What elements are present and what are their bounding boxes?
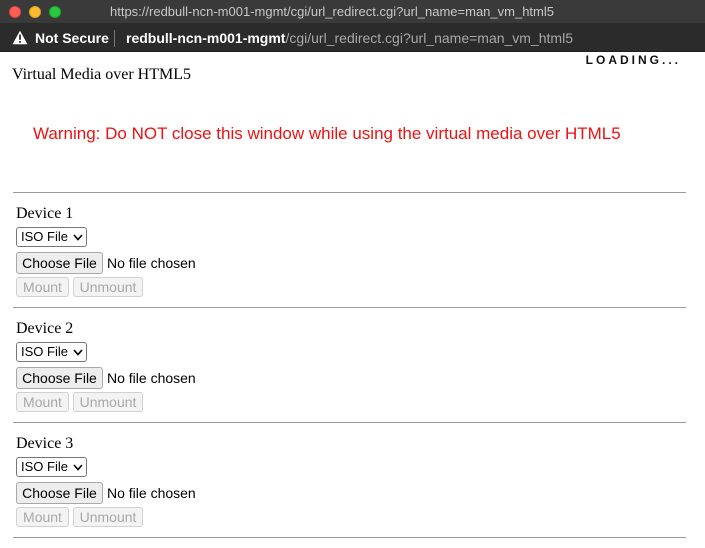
divider [13,307,686,308]
device-type-select[interactable]: ISO File [16,342,87,362]
unmount-button[interactable]: Unmount [73,392,143,412]
device-1-panel: Device 1 ISO File Choose File No file ch… [16,205,416,315]
address-bar[interactable]: Not Secure redbull-ncn-m001-mgmt/cgi/url… [0,24,705,52]
chevron-down-icon [73,234,83,241]
device-type-select[interactable]: ISO File [16,457,87,477]
file-status: No file chosen [107,485,196,501]
file-status: No file chosen [107,370,196,386]
device-label: Device 2 [16,320,74,337]
loading-indicator: LOADING... [585,53,681,67]
choose-file-button[interactable]: Choose File [16,367,103,389]
device-label: Device 3 [16,435,74,452]
page-content: LOADING... Virtual Media over HTML5 Warn… [0,52,705,548]
chevron-down-icon [73,464,83,471]
mount-button[interactable]: Mount [16,507,69,527]
chevron-down-icon [73,349,83,356]
select-value: ISO File [21,344,68,359]
divider [13,537,686,538]
divider [13,192,686,193]
unmount-button[interactable]: Unmount [73,277,143,297]
warning-message: Warning: Do NOT close this window while … [33,124,621,143]
device-3-panel: Device 3 ISO File Choose File No file ch… [16,435,416,545]
device-label: Device 1 [16,205,74,222]
page-title: Virtual Media over HTML5 [12,66,191,83]
address-divider [114,30,115,47]
url-host: redbull-ncn-m001-mgmt [126,30,286,46]
security-indicator[interactable]: Not Secure [35,30,109,46]
warning-triangle-icon [12,30,28,45]
window-title: https://redbull-ncn-m001-mgmt/cgi/url_re… [110,4,554,19]
minimize-window-button[interactable] [29,6,41,18]
window-titlebar: https://redbull-ncn-m001-mgmt/cgi/url_re… [0,0,705,24]
select-value: ISO File [21,459,68,474]
file-status: No file chosen [107,255,196,271]
select-value: ISO File [21,229,68,244]
device-type-select[interactable]: ISO File [16,227,87,247]
url-field[interactable]: redbull-ncn-m001-mgmt/cgi/url_redirect.c… [126,30,573,46]
mount-button[interactable]: Mount [16,392,69,412]
url-path: /cgi/url_redirect.cgi?url_name=man_vm_ht… [285,30,573,46]
close-window-button[interactable] [9,6,21,18]
choose-file-button[interactable]: Choose File [16,252,103,274]
unmount-button[interactable]: Unmount [73,507,143,527]
divider [13,422,686,423]
maximize-window-button[interactable] [49,6,61,18]
device-2-panel: Device 2 ISO File Choose File No file ch… [16,320,416,430]
choose-file-button[interactable]: Choose File [16,482,103,504]
mount-button[interactable]: Mount [16,277,69,297]
